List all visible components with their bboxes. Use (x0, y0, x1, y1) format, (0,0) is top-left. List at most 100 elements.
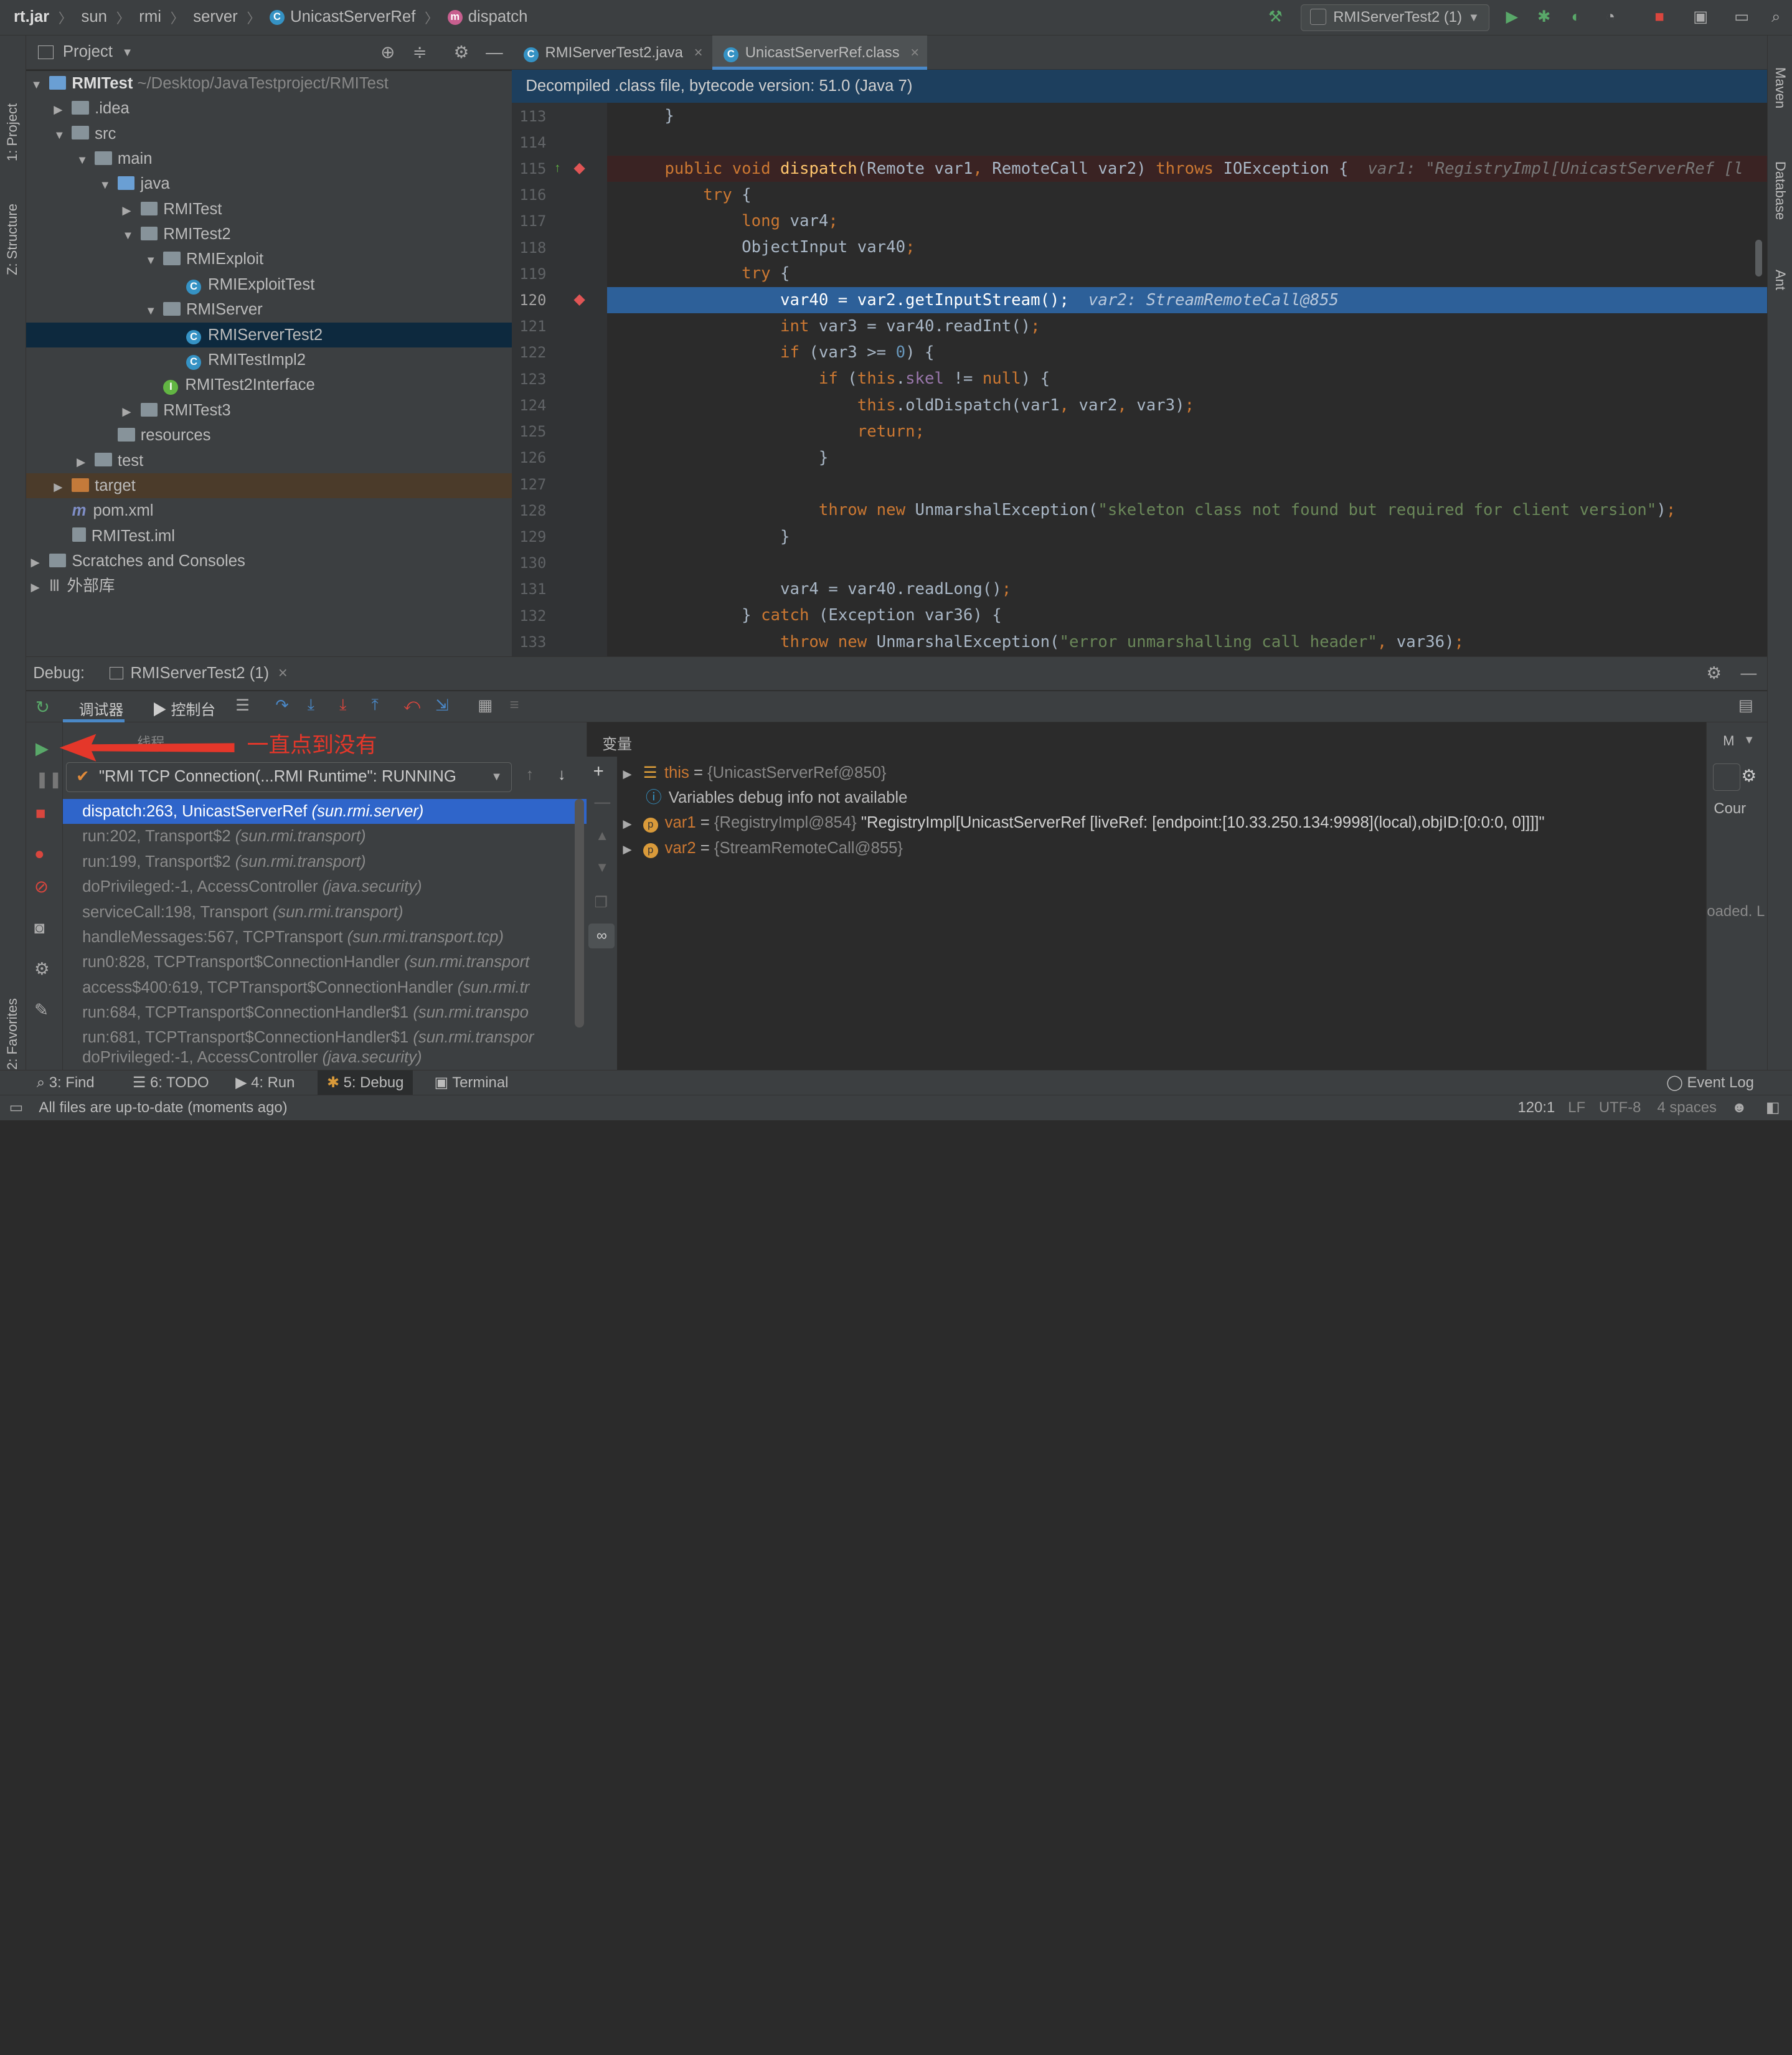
collapsed-arrow-icon[interactable]: ▶ (623, 817, 631, 830)
expand-arrow-icon[interactable]: ▼ (122, 223, 136, 248)
stack-frame[interactable]: run0:828, TCPTransport$ConnectionHandler… (63, 950, 587, 975)
stack-frame[interactable]: run:681, TCPTransport$ConnectionHandler$… (63, 1025, 587, 1050)
tree-node-scratches[interactable]: ▶ Scratches and Consoles (26, 549, 512, 574)
next-frame-icon[interactable]: ↓ (558, 766, 566, 784)
tab-find[interactable]: ⌕ 3: Find (37, 1070, 95, 1095)
stack-frame[interactable]: serviceCall:198, Transport (sun.rmi.tran… (63, 900, 587, 925)
stop-icon[interactable]: ■ (1650, 8, 1668, 26)
tree-node-rmitest2interface[interactable]: I RMITest2Interface (26, 372, 512, 397)
run-icon[interactable]: ▶ (1503, 8, 1521, 26)
step-into-icon[interactable]: ⤓ (308, 696, 314, 715)
tree-node-rmitest3[interactable]: ▶ RMITest3 (26, 398, 512, 423)
implements-marker-icon[interactable]: ↑ (554, 161, 568, 175)
camera-icon[interactable]: ◙ (34, 918, 45, 938)
layout-settings-icon[interactable]: ▤ (1738, 696, 1753, 715)
tab-terminal[interactable]: ▣ Terminal (434, 1070, 508, 1095)
drop-frame-icon[interactable]: ⤺ (403, 696, 420, 715)
tree-node-rmiexploit[interactable]: ▼ RMIExploit (26, 247, 512, 272)
stack-frame[interactable]: run:202, Transport$2 (sun.rmi.transport) (63, 824, 587, 849)
tree-node-rmiexploittest[interactable]: C RMIExploitTest (26, 272, 512, 297)
search-everywhere-icon[interactable]: ⌕ (1767, 8, 1785, 26)
tab-project-tool[interactable]: 1: Project (4, 103, 21, 161)
stack-frame[interactable]: dispatch:263, UnicastServerRef (sun.rmi.… (62, 799, 587, 824)
collapsed-arrow-icon[interactable]: ▶ (623, 843, 631, 856)
collapsed-arrow-icon[interactable]: ▶ (54, 475, 67, 499)
tree-node-rmitestimpl2[interactable]: C RMITestImpl2 (26, 347, 512, 372)
gear-icon[interactable]: ⚙ (1706, 663, 1722, 683)
previous-frame-icon[interactable]: ↑ (526, 766, 534, 784)
stack-frame[interactable]: access$400:619, TCPTransport$ConnectionH… (63, 975, 587, 1000)
breadcrumb-rmi[interactable]: rmi 〉 (139, 7, 193, 27)
variable-var1[interactable]: ▶ p var1 = {RegistryImpl@854} "RegistryImp… (623, 810, 1545, 835)
close-icon[interactable]: × (278, 664, 288, 683)
collapsed-arrow-icon[interactable]: ▶ (623, 767, 631, 780)
run-to-cursor-icon[interactable]: ⇲ (435, 696, 449, 715)
expand-arrow-icon[interactable]: ▼ (54, 123, 67, 148)
project-panel-title[interactable]: Project (63, 43, 113, 61)
window-icon[interactable]: ▭ (1733, 8, 1751, 26)
tree-node-iml[interactable]: RMITest.iml (26, 524, 512, 549)
expand-arrow-icon[interactable]: ▼ (145, 298, 159, 323)
tree-node-external-libraries[interactable]: ▶ Ⅲ 外部库 (26, 574, 512, 598)
pause-icon[interactable]: ❚❚ (35, 770, 62, 789)
tab-rmiservertest2-java[interactable]: C RMIServerTest2.java × (512, 35, 709, 70)
view-breakpoints-icon[interactable]: ● (34, 844, 45, 864)
stack-frame[interactable]: run:684, TCPTransport$ConnectionHandler$… (63, 1000, 587, 1025)
tree-node-rmitest-root[interactable]: ▼ RMITest ~/Desktop/JavaTestproject/RMIT… (26, 71, 512, 96)
tree-node-main[interactable]: ▼ main (26, 146, 512, 171)
tree-node-rmitest-package[interactable]: ▶ RMITest (26, 197, 512, 222)
rerun-icon[interactable]: ↻ (35, 697, 50, 717)
step-over-icon[interactable]: ↷ (275, 696, 289, 715)
file-encoding[interactable]: UTF-8 (1599, 1095, 1641, 1120)
breadcrumb-server[interactable]: server 〉 (193, 7, 270, 27)
gear-icon[interactable]: ⚙ (1741, 766, 1757, 786)
tree-node-java[interactable]: ▼ java (26, 171, 512, 196)
add-watch-icon[interactable]: + (593, 761, 604, 782)
debug-session-tab[interactable]: RMIServerTest2 (1) (130, 664, 269, 683)
expand-arrow-icon[interactable]: ▼ (77, 148, 90, 172)
build-hammer-icon[interactable]: ⚒ (1266, 8, 1285, 26)
collapsed-arrow-icon[interactable]: ▶ (122, 399, 136, 424)
close-icon[interactable]: × (694, 44, 703, 61)
tab-maven-tool[interactable]: Maven (1772, 67, 1788, 108)
coverage-icon[interactable]: ◐ (1567, 8, 1585, 26)
tree-node-src[interactable]: ▼ src (26, 121, 512, 146)
tab-database-tool[interactable]: Database (1772, 161, 1788, 220)
minimize-icon[interactable]: — (1740, 664, 1757, 683)
minimize-icon[interactable]: — (486, 42, 503, 62)
collapsed-arrow-icon[interactable]: ▶ (31, 550, 45, 575)
stop-icon[interactable]: ■ (35, 803, 46, 823)
breadcrumb-rt-jar[interactable]: rt.jar 〉 (14, 7, 81, 27)
indent-setting[interactable]: 4 spaces (1657, 1095, 1717, 1120)
remove-watch-icon[interactable]: — (594, 793, 610, 811)
tab-run[interactable]: ▶ 4: Run (235, 1070, 295, 1095)
close-icon[interactable]: × (910, 44, 919, 61)
trace-icon[interactable]: ≡ (510, 696, 519, 714)
evaluate-expression-icon[interactable]: ▦ (478, 696, 493, 715)
tree-node-rmitest2[interactable]: ▼ RMITest2 (26, 222, 512, 247)
breadcrumb-method[interactable]: m dispatch (447, 8, 527, 26)
run-config-select[interactable]: RMIServerTest2 (1) ▼ (1300, 4, 1489, 31)
collapsed-arrow-icon[interactable]: ▶ (122, 198, 136, 223)
tree-node-pom[interactable]: m pom.xml (26, 498, 512, 523)
memory-tab[interactable]: M (1723, 733, 1734, 749)
gear-icon[interactable]: ⚙ (454, 42, 469, 62)
move-up-icon[interactable]: ▲ (595, 828, 609, 844)
tree-node-rmiserver[interactable]: ▼ RMIServer (26, 297, 512, 322)
expand-arrow-icon[interactable]: ▼ (100, 172, 113, 197)
collapsed-arrow-icon[interactable]: ▶ (31, 575, 45, 600)
editor-scrollbar-thumb[interactable] (1755, 240, 1763, 277)
tab-console[interactable]: ▶ 控制台 (152, 697, 215, 719)
line-breakpoint-icon[interactable]: ◆ (573, 291, 587, 306)
step-out-icon[interactable]: ⤒ (372, 696, 379, 715)
tree-node-target[interactable]: ▶ target (26, 473, 512, 499)
tree-node-resources[interactable]: resources (26, 423, 512, 448)
method-breakpoint-icon[interactable]: ◆ (573, 160, 587, 175)
tree-node-rmiservertest2[interactable]: C RMIServerTest2 (26, 322, 512, 347)
status-toggle-icon[interactable]: ▭ (9, 1095, 24, 1120)
tab-unicastserverref-class[interactable]: C UnicastServerRef.class × (712, 35, 927, 70)
stack-frame[interactable]: run:199, Transport$2 (sun.rmi.transport) (63, 849, 587, 874)
mute-breakpoints-icon[interactable]: ⊘ (34, 877, 49, 897)
line-separator[interactable]: LF (1568, 1095, 1585, 1120)
memory-search-input[interactable] (1712, 763, 1740, 791)
